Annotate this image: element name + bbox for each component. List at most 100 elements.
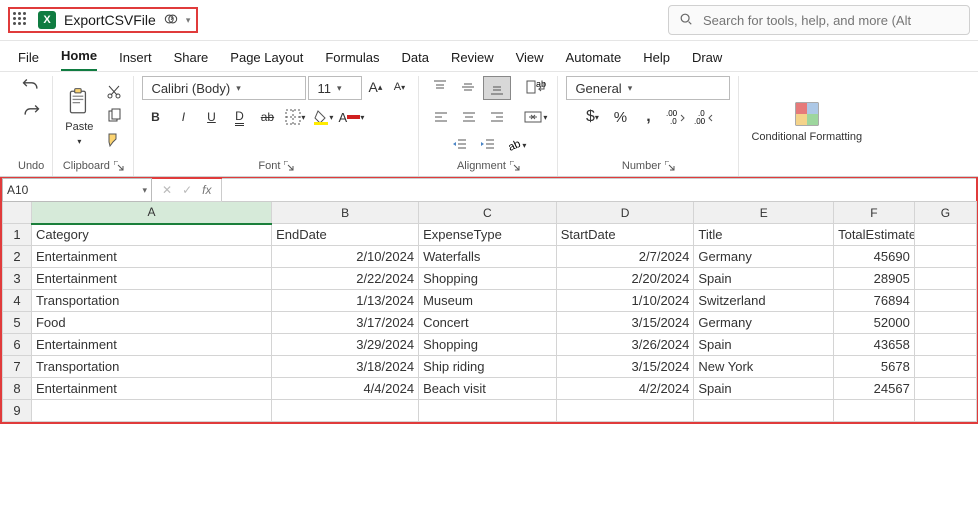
number-format-select[interactable]: General▾ xyxy=(566,76,730,100)
accept-formula-icon[interactable]: ✓ xyxy=(182,183,192,197)
undo-button[interactable] xyxy=(20,76,42,98)
cell[interactable]: 5678 xyxy=(834,356,915,378)
decrease-indent-button[interactable] xyxy=(447,134,473,156)
row-header[interactable]: 6 xyxy=(3,334,32,356)
font-name-select[interactable]: Calibri (Body)▾ xyxy=(142,76,306,100)
formula-input[interactable] xyxy=(222,178,976,202)
cell[interactable]: New York xyxy=(694,356,834,378)
font-color-button[interactable]: A▾ xyxy=(338,106,364,128)
tab-automate[interactable]: Automate xyxy=(566,44,622,71)
decrease-decimal-button[interactable]: .0.00 xyxy=(691,106,717,128)
cell[interactable]: Museum xyxy=(419,290,557,312)
cell[interactable] xyxy=(272,400,419,422)
dialog-launcher-icon[interactable] xyxy=(284,161,294,171)
cell[interactable]: Shopping xyxy=(419,268,557,290)
col-header-F[interactable]: F xyxy=(834,202,915,224)
percent-format-button[interactable]: % xyxy=(607,106,633,128)
cell[interactable] xyxy=(694,400,834,422)
align-center-button[interactable] xyxy=(456,106,482,128)
cell[interactable] xyxy=(914,312,976,334)
bold-button[interactable]: B xyxy=(142,106,168,128)
cell[interactable]: 2/20/2024 xyxy=(556,268,694,290)
cell[interactable]: 3/29/2024 xyxy=(272,334,419,356)
chevron-down-icon[interactable]: ▾ xyxy=(142,185,147,196)
cell[interactable]: 2/7/2024 xyxy=(556,246,694,268)
cell[interactable]: Shopping xyxy=(419,334,557,356)
paste-button[interactable]: Paste ▾ xyxy=(61,83,97,150)
tab-draw[interactable]: Draw xyxy=(692,44,722,71)
tab-home[interactable]: Home xyxy=(61,42,97,71)
cell[interactable]: 52000 xyxy=(834,312,915,334)
cell[interactable] xyxy=(914,356,976,378)
cell[interactable]: 43658 xyxy=(834,334,915,356)
select-all-cell[interactable] xyxy=(3,202,32,224)
cell[interactable]: 3/18/2024 xyxy=(272,356,419,378)
tab-help[interactable]: Help xyxy=(643,44,670,71)
cell[interactable]: Concert xyxy=(419,312,557,334)
cancel-formula-icon[interactable]: ✕ xyxy=(162,183,172,197)
cell[interactable] xyxy=(914,290,976,312)
cell[interactable]: Transportation xyxy=(31,290,271,312)
cell[interactable]: Title xyxy=(694,224,834,246)
cell[interactable]: TotalEstimatedCost xyxy=(834,224,915,246)
cell[interactable]: 4/4/2024 xyxy=(272,378,419,400)
cell[interactable]: Spain xyxy=(694,268,834,290)
col-header-C[interactable]: C xyxy=(419,202,557,224)
cell[interactable] xyxy=(914,378,976,400)
row-header[interactable]: 4 xyxy=(3,290,32,312)
col-header-A[interactable]: A xyxy=(31,202,271,224)
borders-button[interactable]: ▾ xyxy=(282,106,308,128)
align-left-button[interactable] xyxy=(428,106,454,128)
decrease-font-button[interactable]: A▾ xyxy=(388,76,410,98)
cell[interactable]: 3/15/2024 xyxy=(556,312,694,334)
cut-button[interactable] xyxy=(103,81,125,103)
align-top-button[interactable] xyxy=(427,76,453,98)
col-header-D[interactable]: D xyxy=(556,202,694,224)
dialog-launcher-icon[interactable] xyxy=(665,161,675,171)
cell[interactable]: Spain xyxy=(694,334,834,356)
cell[interactable]: 1/10/2024 xyxy=(556,290,694,312)
cell[interactable]: 2/10/2024 xyxy=(272,246,419,268)
fx-icon[interactable]: fx xyxy=(202,183,211,197)
tab-view[interactable]: View xyxy=(516,44,544,71)
chevron-down-icon[interactable]: ▾ xyxy=(186,15,191,26)
row-header[interactable]: 9 xyxy=(3,400,32,422)
spreadsheet-grid[interactable]: ABCDEFG1CategoryEndDateExpenseTypeStartD… xyxy=(2,201,977,422)
format-painter-button[interactable] xyxy=(103,129,125,151)
cell[interactable]: 3/26/2024 xyxy=(556,334,694,356)
cell[interactable]: Food xyxy=(31,312,271,334)
search-input[interactable] xyxy=(701,12,959,29)
cell[interactable]: 2/22/2024 xyxy=(272,268,419,290)
cell[interactable] xyxy=(914,268,976,290)
wrap-text-button[interactable]: ab xyxy=(523,76,549,98)
redo-button[interactable] xyxy=(20,102,42,124)
tab-file[interactable]: File xyxy=(18,44,39,71)
tab-share[interactable]: Share xyxy=(174,44,209,71)
merge-button[interactable]: ▾ xyxy=(522,106,548,128)
italic-button[interactable]: I xyxy=(170,106,196,128)
cell[interactable]: Waterfalls xyxy=(419,246,557,268)
increase-indent-button[interactable] xyxy=(475,134,501,156)
tab-page-layout[interactable]: Page Layout xyxy=(230,44,303,71)
accounting-format-button[interactable]: $▾ xyxy=(579,106,605,128)
cell[interactable]: 28905 xyxy=(834,268,915,290)
row-header[interactable]: 8 xyxy=(3,378,32,400)
tab-review[interactable]: Review xyxy=(451,44,494,71)
cell[interactable]: Transportation xyxy=(31,356,271,378)
row-header[interactable]: 1 xyxy=(3,224,32,246)
row-header[interactable]: 2 xyxy=(3,246,32,268)
dialog-launcher-icon[interactable] xyxy=(510,161,520,171)
cell[interactable]: Entertainment xyxy=(31,268,271,290)
row-header[interactable]: 3 xyxy=(3,268,32,290)
cell[interactable] xyxy=(556,400,694,422)
cell[interactable]: Switzerland xyxy=(694,290,834,312)
col-header-G[interactable]: G xyxy=(914,202,976,224)
dialog-launcher-icon[interactable] xyxy=(114,161,124,171)
tab-formulas[interactable]: Formulas xyxy=(325,44,379,71)
cell[interactable] xyxy=(31,400,271,422)
orientation-button[interactable]: ab▾ xyxy=(503,134,529,156)
document-name[interactable]: ExportCSVFile xyxy=(64,12,156,28)
cell[interactable] xyxy=(914,224,976,246)
cell[interactable]: Germany xyxy=(694,312,834,334)
cell[interactable]: 45690 xyxy=(834,246,915,268)
